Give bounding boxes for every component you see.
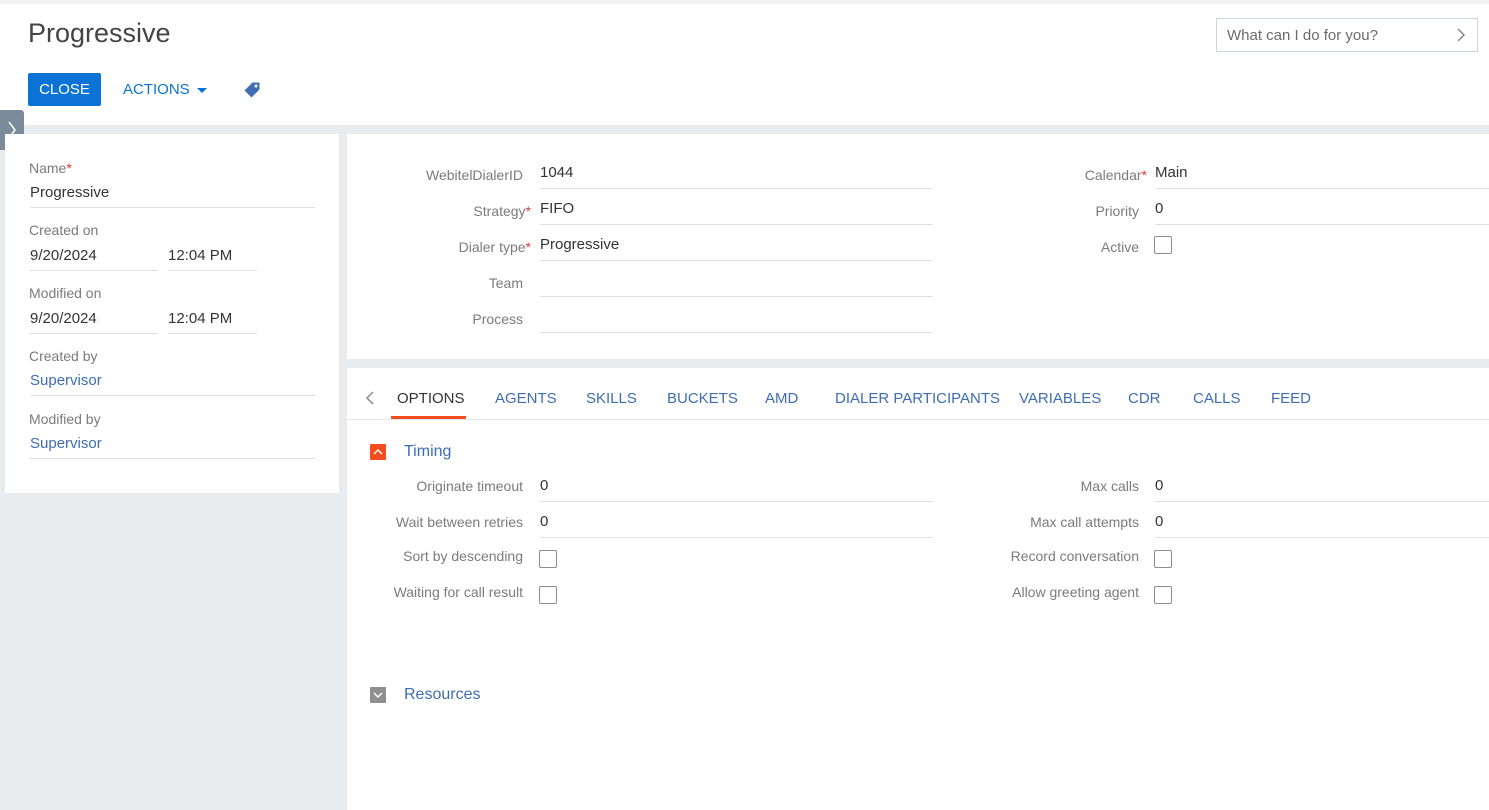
originate-timeout-field[interactable]: 0 (540, 474, 933, 502)
dialer-id-field[interactable]: 1044 (540, 161, 933, 189)
max-call-attempts-field[interactable]: 0 (1155, 510, 1489, 538)
chevron-up-icon (370, 444, 386, 460)
created-by-link[interactable]: Supervisor (30, 368, 315, 396)
modified-by-label: Modified by (29, 411, 101, 427)
search-placeholder: What can I do for you? (1227, 26, 1378, 44)
dialer-type-field[interactable]: Progressive (540, 233, 933, 261)
process-label: Process (472, 311, 523, 327)
tab-options[interactable]: OPTIONS (397, 390, 465, 407)
waiting-for-call-result-checkbox[interactable] (539, 586, 557, 604)
process-field[interactable] (540, 305, 933, 333)
tab-calls[interactable]: CALLS (1193, 390, 1241, 407)
name-field[interactable]: Progressive (30, 180, 315, 208)
tag-icon[interactable] (243, 81, 261, 99)
name-label: Name* (29, 160, 72, 176)
allow-greeting-agent-checkbox[interactable] (1154, 586, 1172, 604)
created-by-label: Created by (29, 348, 98, 364)
page-title: Progressive (28, 18, 171, 48)
wait-between-retries-field[interactable]: 0 (540, 510, 933, 538)
tab-agents[interactable]: AGENTS (495, 390, 557, 407)
created-on-date[interactable]: 9/20/2024 (30, 243, 158, 271)
record-conversation-checkbox[interactable] (1154, 550, 1172, 568)
created-on-label: Created on (29, 222, 99, 238)
timing-section-header[interactable]: Timing (370, 443, 451, 461)
calendar-field[interactable]: Main (1155, 161, 1489, 189)
max-calls-field[interactable]: 0 (1155, 474, 1489, 502)
tab-dialer-participants[interactable]: DIALER PARTICIPANTS (835, 390, 1000, 407)
modified-on-date[interactable]: 9/20/2024 (30, 306, 158, 334)
allow-greeting-agent-label: Allow greeting agent (1012, 584, 1139, 600)
page-header: Progressive CLOSE ACTIONS What can I do … (0, 0, 1489, 125)
caret-down-icon (196, 88, 207, 93)
team-field[interactable] (540, 269, 933, 297)
originate-timeout-label: Originate timeout (416, 478, 523, 494)
sort-by-descending-checkbox[interactable] (539, 550, 557, 568)
resources-section-title: Resources (404, 686, 481, 703)
command-search-input[interactable]: What can I do for you? (1216, 18, 1478, 52)
close-button[interactable]: CLOSE (28, 73, 101, 106)
max-calls-label: Max calls (1080, 478, 1139, 494)
chevron-right-icon (1457, 28, 1466, 42)
dialer-id-label: WebitelDialerID (426, 167, 523, 183)
actions-label: ACTIONS (123, 81, 190, 98)
chevron-left-icon[interactable] (365, 390, 375, 406)
resources-section-header[interactable]: Resources (370, 686, 480, 704)
record-summary-panel: Name* Progressive Created on 9/20/2024 1… (5, 134, 339, 493)
priority-field[interactable]: 0 (1155, 197, 1489, 225)
waiting-for-call-result-label: Waiting for call result (393, 584, 523, 600)
tab-bar: OPTIONS AGENTS SKILLS BUCKETS AMD DIALER… (347, 368, 1489, 420)
active-checkbox[interactable] (1154, 236, 1172, 254)
tab-feed[interactable]: FEED (1271, 390, 1311, 407)
tab-variables[interactable]: VARIABLES (1019, 390, 1101, 407)
sort-by-descending-label: Sort by descending (403, 548, 523, 564)
created-on-time[interactable]: 12:04 PM (168, 243, 257, 271)
modified-on-time[interactable]: 12:04 PM (168, 306, 257, 334)
chevron-down-icon (370, 687, 386, 703)
tab-skills[interactable]: SKILLS (586, 390, 637, 407)
record-conversation-label: Record conversation (1010, 548, 1139, 564)
tab-buckets[interactable]: BUCKETS (667, 390, 738, 407)
max-call-attempts-label: Max call attempts (1030, 514, 1139, 530)
priority-label: Priority (1095, 203, 1139, 219)
timing-section-title: Timing (404, 443, 452, 460)
modified-on-label: Modified on (29, 285, 102, 301)
tabs-panel: OPTIONS AGENTS SKILLS BUCKETS AMD DIALER… (347, 368, 1489, 810)
tab-amd[interactable]: AMD (765, 390, 798, 407)
active-label: Active (1100, 239, 1139, 255)
team-label: Team (488, 275, 523, 291)
strategy-field[interactable]: FIFO (540, 197, 933, 225)
active-tab-indicator (391, 416, 466, 419)
wait-between-retries-label: Wait between retries (395, 514, 523, 530)
dialer-type-label: Dialer type* (458, 239, 531, 255)
modified-by-link[interactable]: Supervisor (30, 431, 315, 459)
calendar-label: Calendar* (1084, 167, 1147, 183)
main-fields-panel: WebitelDialerID 1044 Strategy* FIFO Dial… (347, 134, 1489, 359)
strategy-label: Strategy* (473, 203, 531, 219)
actions-button[interactable]: ACTIONS (123, 73, 207, 106)
tab-cdr[interactable]: CDR (1128, 390, 1161, 407)
